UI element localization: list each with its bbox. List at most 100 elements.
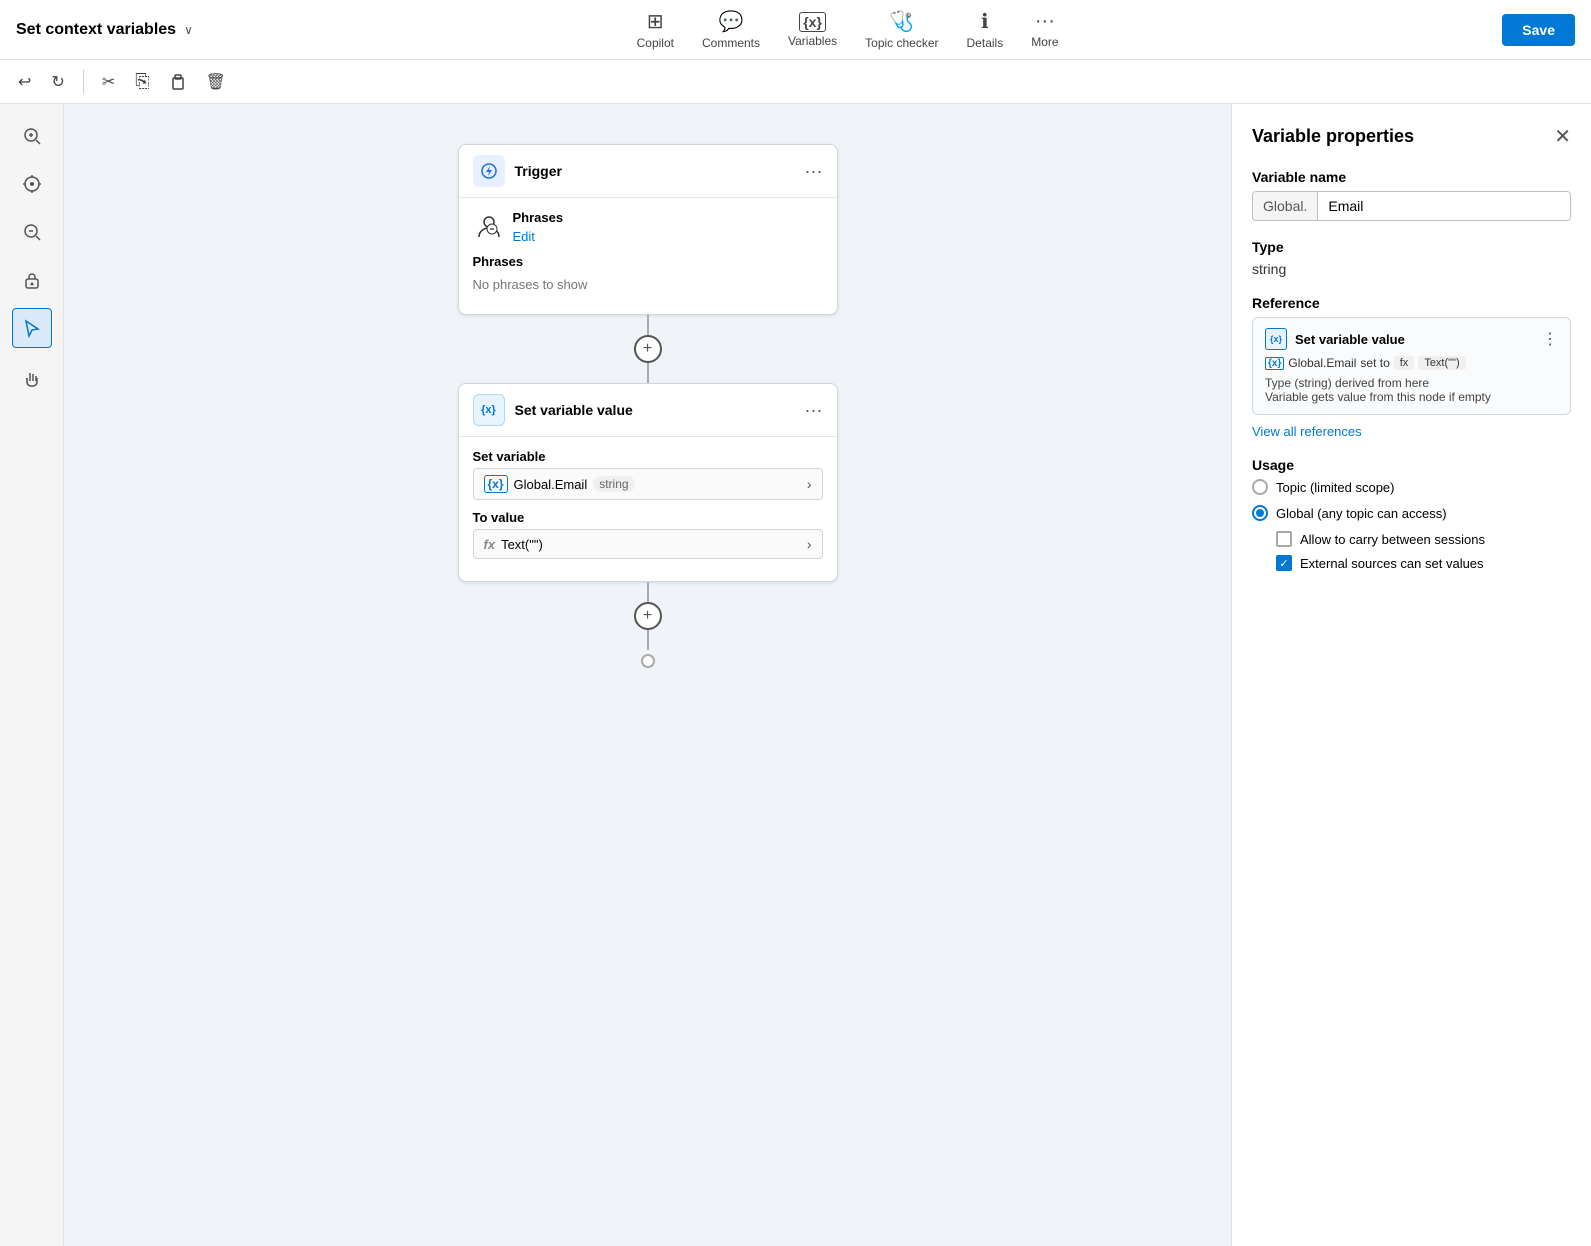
checkbox-external-sources-box[interactable]: ✓: [1276, 555, 1292, 571]
more-icon: ···: [1035, 10, 1055, 33]
usage-label: Usage: [1252, 457, 1571, 473]
cursor-button[interactable]: [12, 308, 52, 348]
view-all-references-link[interactable]: View all references: [1252, 424, 1362, 439]
close-panel-button[interactable]: ✕: [1554, 124, 1571, 149]
copy-button[interactable]: ⎘: [129, 67, 155, 96]
topbar-right: Save: [1502, 14, 1575, 46]
save-button[interactable]: Save: [1502, 14, 1575, 46]
nav-topic-checker-label: Topic checker: [865, 36, 938, 50]
to-value-row[interactable]: fx Text("") ›: [473, 529, 823, 559]
copilot-icon: ⊞: [647, 9, 664, 34]
usage-topic-option[interactable]: Topic (limited scope): [1252, 479, 1571, 495]
ref-note-line1: Type (string) derived from here: [1265, 376, 1558, 390]
nav-variables-label: Variables: [788, 34, 837, 48]
trigger-node-body: Phrases Edit Phrases No phrases to show: [459, 198, 837, 314]
variable-icon: {x}: [473, 394, 505, 426]
radio-topic[interactable]: [1252, 479, 1268, 495]
hand-icon: [22, 370, 42, 390]
variable-name-field[interactable]: [1318, 192, 1570, 220]
connector-line-2: [647, 582, 649, 602]
right-panel: Variable properties ✕ Variable name Glob…: [1231, 104, 1591, 1246]
nav-details-label: Details: [967, 36, 1004, 50]
trigger-header-left: Trigger: [473, 155, 562, 187]
to-value-text: Text(""): [501, 537, 543, 552]
hand-button[interactable]: [12, 360, 52, 400]
variable-row-type: string: [593, 476, 634, 492]
page-title: Set context variables: [16, 21, 176, 39]
variable-header-left: {x} Set variable value: [473, 394, 633, 426]
variable-menu-button[interactable]: ···: [805, 400, 823, 421]
left-panel: [0, 104, 64, 1246]
variables-icon: {x}: [799, 12, 826, 32]
nav-more[interactable]: ··· More: [1031, 10, 1058, 49]
add-node-button-1[interactable]: +: [634, 335, 662, 363]
canvas[interactable]: Trigger ···: [64, 104, 1231, 1246]
checkbox-external-sources: ✓ External sources can set values: [1276, 555, 1571, 571]
details-icon: ℹ: [981, 9, 989, 34]
usage-global-option[interactable]: Global (any topic can access): [1252, 505, 1571, 521]
trigger-phrases-list: Phrases No phrases to show: [473, 254, 823, 292]
ref-note-line2: Variable gets value from this node if em…: [1265, 390, 1558, 404]
lock-icon: [22, 270, 42, 290]
canvas-content: Trigger ···: [448, 144, 848, 1206]
ref-icon: {x}: [1265, 328, 1287, 350]
variable-row-arrow-icon: ›: [807, 476, 812, 492]
usage-global-label: Global (any topic can access): [1276, 506, 1447, 521]
nav-variables[interactable]: {x} Variables: [788, 12, 837, 48]
set-variable-label: Set variable: [473, 449, 823, 464]
center-button[interactable]: [12, 164, 52, 204]
title-chevron-icon[interactable]: ∨: [184, 23, 193, 37]
paste-button[interactable]: [164, 70, 192, 94]
to-value-arrow-icon: ›: [807, 536, 812, 552]
variable-row-name: Global.Email: [514, 477, 588, 492]
variable-name-input: Global.: [1252, 191, 1571, 221]
trigger-phrases-section: Phrases Edit: [473, 210, 823, 244]
usage-topic-label: Topic (limited scope): [1276, 480, 1395, 495]
zoom-in-button[interactable]: [12, 116, 52, 156]
cursor-icon: [22, 318, 42, 338]
lock-button[interactable]: [12, 260, 52, 300]
trigger-menu-button[interactable]: ···: [805, 161, 823, 182]
topbar-left: Set context variables ∨: [16, 21, 193, 39]
variable-node-body: Set variable {x} Global.Email string › T…: [459, 437, 837, 581]
type-value: string: [1252, 261, 1571, 277]
usage-section: Usage Topic (limited scope) Global (any …: [1252, 457, 1571, 571]
reference-label: Reference: [1252, 295, 1571, 311]
radio-global[interactable]: [1252, 505, 1268, 521]
variable-row[interactable]: {x} Global.Email string ›: [473, 468, 823, 500]
ref-icon-text: {x}: [1270, 334, 1282, 344]
variable-prefix: Global.: [1253, 192, 1318, 220]
checkbox-carry-sessions-box[interactable]: [1276, 531, 1292, 547]
ref-menu-button[interactable]: ⋮: [1542, 329, 1558, 349]
person-icon: [473, 211, 505, 243]
topbar-nav: ⊞ Copilot 💬 Comments {x} Variables 🩺 Top…: [637, 9, 1059, 50]
nav-comments[interactable]: 💬 Comments: [702, 9, 760, 50]
delete-button[interactable]: 🗑: [200, 68, 232, 96]
reference-section: Reference {x} Set variable value ⋮ {x} G…: [1252, 295, 1571, 439]
trigger-node-title: Trigger: [515, 163, 562, 179]
toolbar: ↩ ↻ ✂ ⎘ 🗑: [0, 60, 1591, 104]
checkmark-icon: ✓: [1279, 557, 1288, 570]
variable-node-header: {x} Set variable value ···: [459, 384, 837, 437]
nav-topic-checker[interactable]: 🩺 Topic checker: [865, 9, 938, 50]
nav-comments-label: Comments: [702, 36, 760, 50]
checkbox-carry-sessions: Allow to carry between sessions: [1276, 531, 1571, 547]
ref-detail-name: Global.Email: [1288, 356, 1356, 370]
type-section: Type string: [1252, 239, 1571, 277]
trigger-edit-link[interactable]: Edit: [513, 229, 564, 244]
zoom-out-button[interactable]: [12, 212, 52, 252]
zoom-out-icon: [22, 222, 42, 242]
trigger-phrases-title: Phrases: [513, 210, 564, 225]
redo-button[interactable]: ↻: [45, 68, 70, 96]
nav-details[interactable]: ℹ Details: [967, 9, 1004, 50]
connector-2: +: [634, 582, 662, 668]
to-value-section: To value fx Text("") ›: [473, 510, 823, 559]
variable-node-title: Set variable value: [515, 402, 633, 418]
variable-node: {x} Set variable value ··· Set variable …: [458, 383, 838, 582]
radio-global-fill: [1256, 509, 1264, 517]
ref-fx-label: fx: [1394, 356, 1415, 370]
add-node-button-2[interactable]: +: [634, 602, 662, 630]
nav-copilot[interactable]: ⊞ Copilot: [637, 9, 674, 50]
cut-button[interactable]: ✂: [96, 68, 121, 96]
undo-button[interactable]: ↩: [12, 68, 37, 96]
